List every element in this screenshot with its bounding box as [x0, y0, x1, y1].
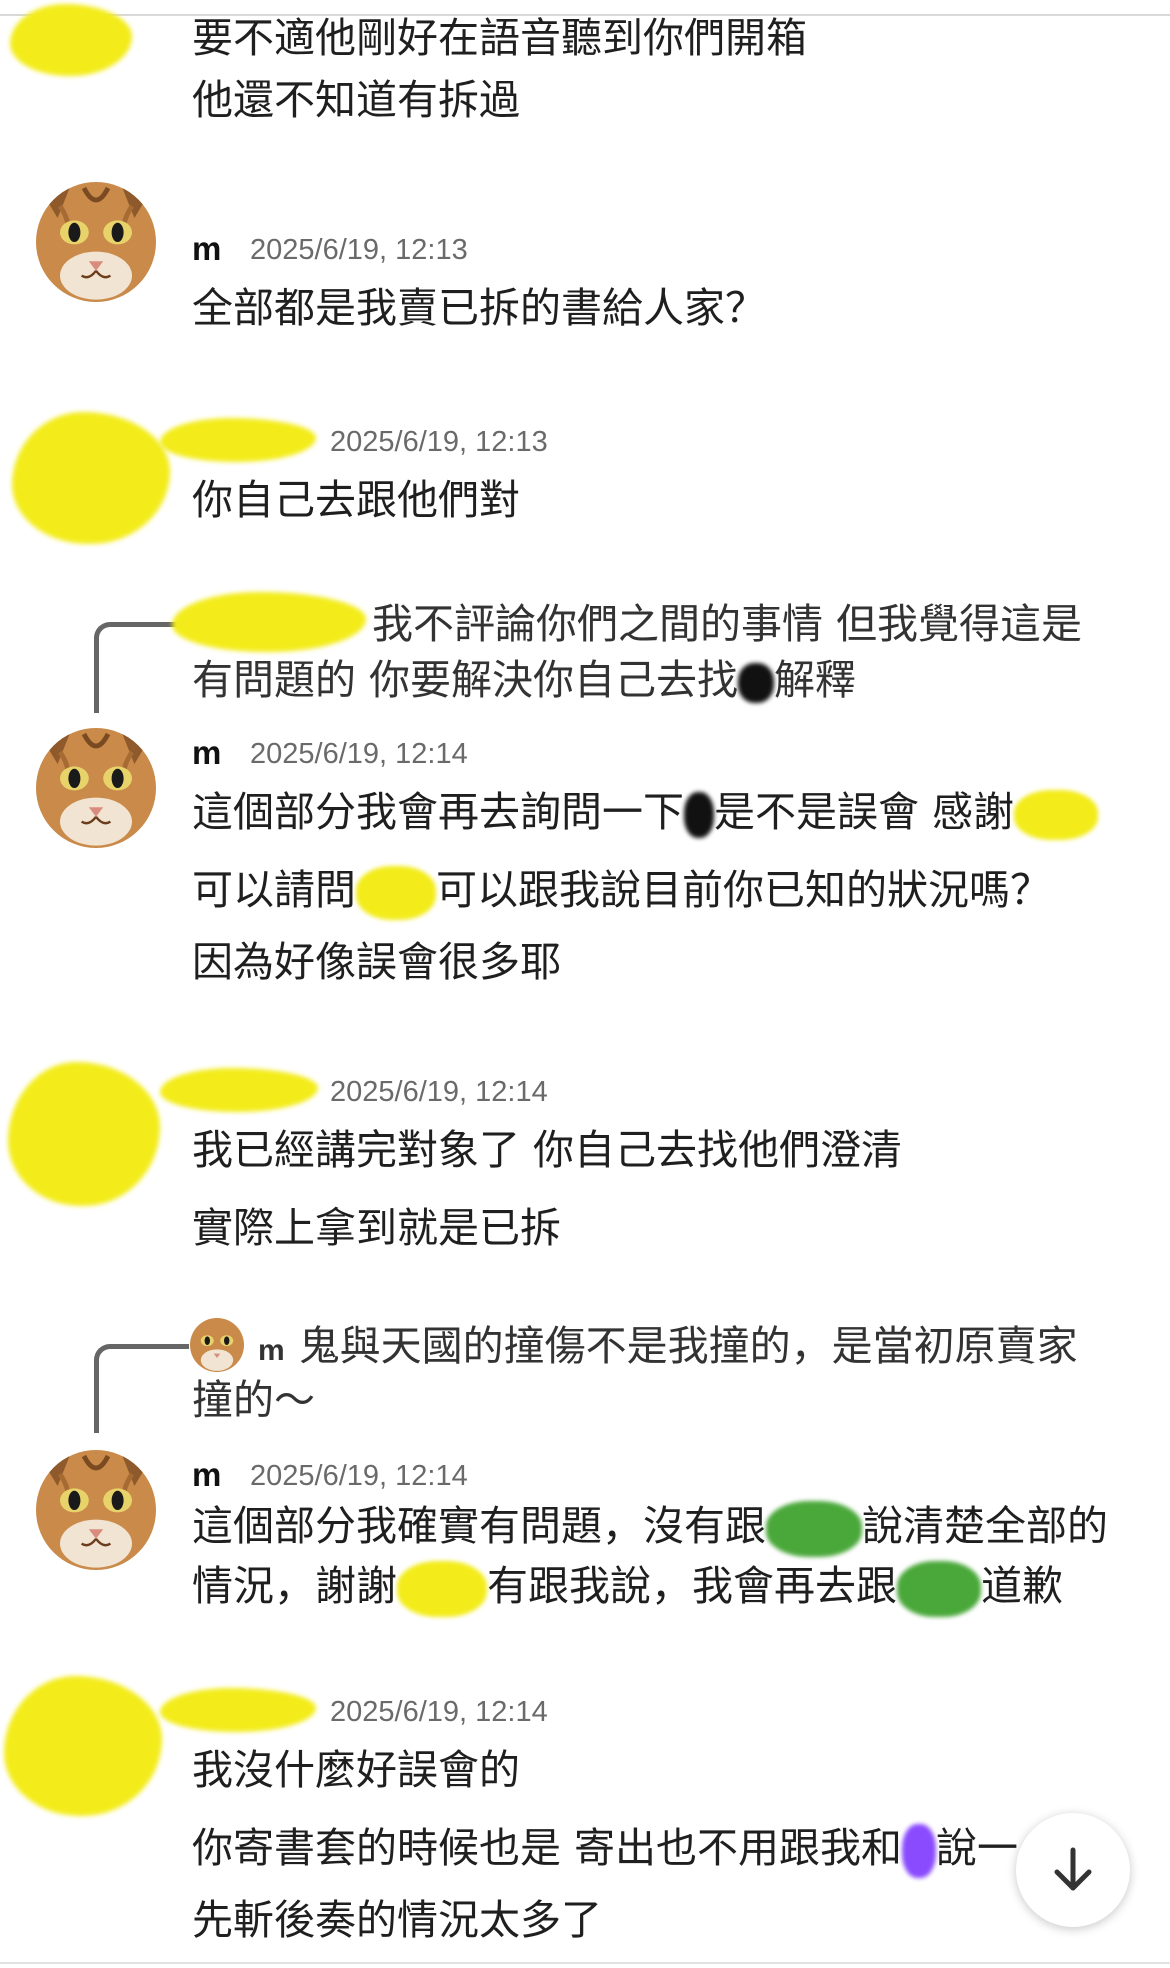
redacted-name — [356, 866, 436, 920]
orange-cat-face-icon — [190, 1318, 244, 1372]
cat-avatar[interactable] — [36, 1450, 156, 1570]
cat-avatar[interactable] — [36, 728, 156, 848]
redacted-username — [160, 418, 316, 462]
message-text: 他還不知道有拆過 — [192, 76, 520, 124]
message-text: 這個部分我會再去詢問一下 是不是誤會 感謝 — [192, 786, 1099, 840]
orange-cat-face-icon — [36, 728, 156, 848]
reply-preview-text[interactable]: 我不評論你們之間的事情 但我覺得這是 — [372, 598, 1082, 650]
reply-preview-line: 解釋 — [774, 656, 857, 704]
message-text-part: 可以跟我說目前你已知的狀況嗎？ — [436, 866, 1051, 914]
message-text: 我沒什麼好誤會的 — [192, 1746, 520, 1794]
redacted-avatar — [10, 4, 132, 76]
message-text: 情況，謝謝 有跟我說，我會再去跟 道歉 — [192, 1560, 1063, 1617]
message-text-part: 可以請問 — [192, 866, 356, 914]
message-text: 要不適他剛好在語音聽到你們開箱 — [192, 14, 807, 62]
redacted-avatar — [4, 1676, 162, 1816]
reply-author-avatar — [190, 1318, 244, 1372]
cat-avatar[interactable] — [36, 182, 156, 302]
redacted-username — [160, 1688, 316, 1732]
redacted-avatar — [12, 412, 170, 544]
reply-connector — [94, 622, 181, 713]
reply-preview-text[interactable]: 有問題的 你要解決你自己去找 解釋 — [192, 654, 856, 706]
message-text-part: 有跟我說，我會再去跟 — [487, 1562, 897, 1610]
redacted-username — [160, 1068, 318, 1112]
timestamp: 2025/6/19, 12:13 — [250, 234, 468, 266]
message-text: 這個部分我確實有問題，沒有跟 說清楚全部的 — [192, 1500, 1108, 1557]
redacted-name — [766, 1501, 862, 1557]
redacted-avatar — [8, 1062, 160, 1206]
message-text: 你自己去跟他們對 — [192, 476, 520, 524]
redacted-name — [902, 1824, 937, 1878]
redacted-name — [397, 1561, 487, 1617]
message-text: 我已經講完對象了 你自己去找他們澄清 — [192, 1126, 903, 1174]
message-text-part: 這個部分我會再去詢問一下 — [192, 788, 684, 836]
message-text-part: 你寄書套的時候也是 寄出也不用跟我和 — [192, 1824, 903, 1872]
redacted-name — [897, 1561, 981, 1617]
message-text-part: 說一 — [936, 1824, 1019, 1872]
redacted-name — [684, 792, 714, 838]
author-name[interactable]: m — [192, 230, 221, 268]
message-text-part: 情況，謝謝 — [192, 1562, 397, 1610]
arrow-down-icon — [1054, 1847, 1092, 1891]
reply-connector — [94, 1344, 189, 1433]
timestamp: 2025/6/19, 12:14 — [330, 1076, 548, 1108]
message-text: 先斬後奏的情況太多了 — [192, 1896, 602, 1944]
timestamp: 2025/6/19, 12:14 — [250, 738, 468, 770]
author-name[interactable]: m — [192, 1456, 221, 1494]
reply-author-name: m — [258, 1334, 285, 1367]
orange-cat-face-icon — [36, 182, 156, 302]
reply-preview-line: 鬼與天國的撞傷不是我撞的，是當初原賣家 — [298, 1322, 1078, 1370]
timestamp: 2025/6/19, 12:13 — [330, 426, 548, 458]
reply-preview-text[interactable]: 撞的～ — [192, 1374, 315, 1426]
message-text: 因為好像誤會很多耶 — [192, 938, 561, 986]
redacted-name — [1014, 790, 1099, 840]
reply-preview-line: 有問題的 你要解決你自己去找 — [192, 656, 739, 704]
scroll-to-bottom-button[interactable] — [1016, 1813, 1130, 1927]
message-text-part: 道歉 — [981, 1562, 1063, 1610]
message-text: 可以請問 可以跟我說目前你已知的狀況嗎？ — [192, 864, 1051, 920]
bottom-divider — [0, 1962, 1170, 1964]
message-text-part: 這個部分我確實有問題，沒有跟 — [192, 1502, 766, 1550]
redacted-reply-avatar — [172, 592, 366, 652]
message-text: 全部都是我賣已拆的書給人家？ — [192, 284, 766, 332]
message-text: 你寄書套的時候也是 寄出也不用跟我和 說一 — [192, 1822, 1018, 1878]
orange-cat-face-icon — [36, 1450, 156, 1570]
reply-preview-text[interactable]: m 鬼與天國的撞傷不是我撞的，是當初原賣家 — [258, 1320, 1078, 1377]
redacted-name — [738, 663, 775, 703]
message-text-part: 是不是誤會 感謝 — [714, 788, 1015, 836]
timestamp: 2025/6/19, 12:14 — [330, 1696, 548, 1728]
reply-preview-line: 我不評論你們之間的事情 但我覺得這是 — [372, 600, 1083, 648]
message-text: 實際上拿到就是已拆 — [192, 1204, 561, 1252]
author-name[interactable]: m — [192, 734, 221, 772]
timestamp: 2025/6/19, 12:14 — [250, 1460, 468, 1492]
message-text-part: 說清楚全部的 — [862, 1502, 1108, 1550]
